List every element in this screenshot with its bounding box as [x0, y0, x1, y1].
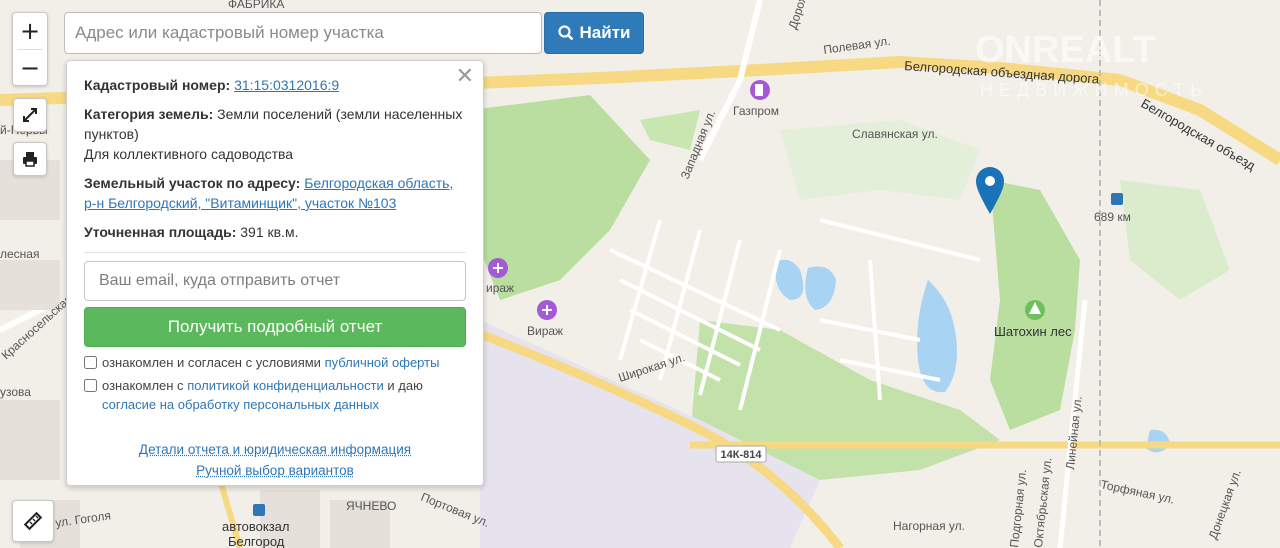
zoom-out-button[interactable]: − — [13, 50, 47, 86]
label-virazh-2: Вираж — [527, 324, 563, 338]
offer-text: ознакомлен и согласен с условиями публич… — [102, 353, 439, 372]
search-button-label: Найти — [579, 23, 631, 42]
printer-icon — [23, 152, 37, 167]
address-label: Земельный участок по адресу: — [84, 175, 301, 191]
label-nagornaya: Нагорная ул. — [893, 519, 965, 533]
virazh-icon — [488, 258, 508, 278]
report-details-link[interactable]: Детали отчета и юридическая информация — [84, 439, 466, 460]
zoom-in-button[interactable]: + — [13, 13, 47, 49]
zoom-control: + − — [12, 12, 48, 86]
label-uzova: узова — [0, 385, 31, 399]
address-row: Земельный участок по адресу: Белгородска… — [84, 173, 466, 213]
fullscreen-button[interactable] — [13, 98, 47, 132]
privacy-text-label: ознакомлен с — [102, 378, 188, 393]
privacy-text-mid: и даю — [383, 378, 423, 393]
panel-footer-links: Детали отчета и юридическая информация Р… — [84, 439, 466, 481]
privacy-checkbox[interactable] — [84, 379, 97, 392]
email-field[interactable] — [84, 261, 466, 301]
personal-data-consent-link[interactable]: согласие на обработку персональных данны… — [102, 397, 379, 412]
label-shatokhin-forest: Шатохин лес — [994, 324, 1072, 339]
area-value: 391 кв.м. — [240, 224, 299, 240]
parcel-info-panel: ✕ Кадастровый номер: 31:15:0312016:9 Кат… — [66, 60, 484, 486]
watermark-sub: НЕДВИЖИМОСТЬ — [980, 80, 1208, 100]
close-icon[interactable]: ✕ — [456, 64, 474, 90]
offer-checkbox[interactable] — [84, 356, 97, 369]
label-689km: 689 км — [1094, 210, 1131, 224]
area-row: Уточненная площадь: 391 кв.м. — [84, 222, 466, 242]
public-offer-link[interactable]: публичной оферты — [325, 355, 440, 370]
search-icon — [557, 25, 573, 41]
label-yachnevo: ЯЧНЕВО — [346, 499, 396, 513]
label-bus-station: автовокзал — [222, 519, 290, 534]
label-gazprom: Газпром — [733, 104, 779, 118]
area-label: Уточненная площадь: — [84, 224, 237, 240]
offer-text-label: ознакомлен и согласен с условиями — [102, 355, 325, 370]
expand-icon — [23, 108, 37, 122]
divider — [84, 252, 466, 253]
bus-station-icon — [253, 504, 265, 516]
search-input[interactable] — [64, 12, 542, 54]
label-belgorod: Белгород — [228, 534, 285, 548]
ruler-button[interactable] — [12, 500, 54, 542]
offer-agreement: ознакомлен и согласен с условиями публич… — [84, 353, 466, 372]
cadastral-label: Кадастровый номер: — [84, 77, 231, 93]
print-button[interactable] — [13, 142, 47, 176]
cadastral-row: Кадастровый номер: 31:15:0312016:9 — [84, 75, 466, 95]
label-fabrika: ФАБРИКА — [228, 0, 284, 11]
ruler-icon — [23, 511, 43, 531]
privacy-agreement: ознакомлен с политикой конфиденциальност… — [84, 376, 466, 414]
cadastral-number-link[interactable]: 31:15:0312016:9 — [234, 77, 339, 93]
label-slavyanskaya: Славянская ул. — [852, 127, 938, 141]
privacy-policy-link[interactable]: политикой конфиденциальности — [187, 378, 384, 393]
manual-selection-link[interactable]: Ручной выбор вариантов — [84, 460, 466, 481]
virazh-icon — [537, 300, 557, 320]
privacy-text: ознакомлен с политикой конфиденциальност… — [102, 376, 423, 414]
category-label: Категория земель: — [84, 106, 214, 122]
label-virazh-1: ираж — [486, 281, 514, 295]
gazprom-icon — [750, 80, 770, 100]
search-button[interactable]: Найти — [544, 12, 644, 54]
train-station-icon — [1111, 193, 1123, 205]
get-report-button[interactable]: Получить подробный отчет — [84, 307, 466, 347]
label-leskaya: лесная — [0, 247, 39, 261]
usage-value: Для коллективного садоводства — [84, 146, 294, 162]
forest-park-icon — [1025, 300, 1045, 320]
category-row: Категория земель: Земли поселений (земли… — [84, 104, 466, 164]
road-code-label: 14К-814 — [721, 449, 763, 461]
watermark-logo: ONREALT — [975, 29, 1156, 71]
